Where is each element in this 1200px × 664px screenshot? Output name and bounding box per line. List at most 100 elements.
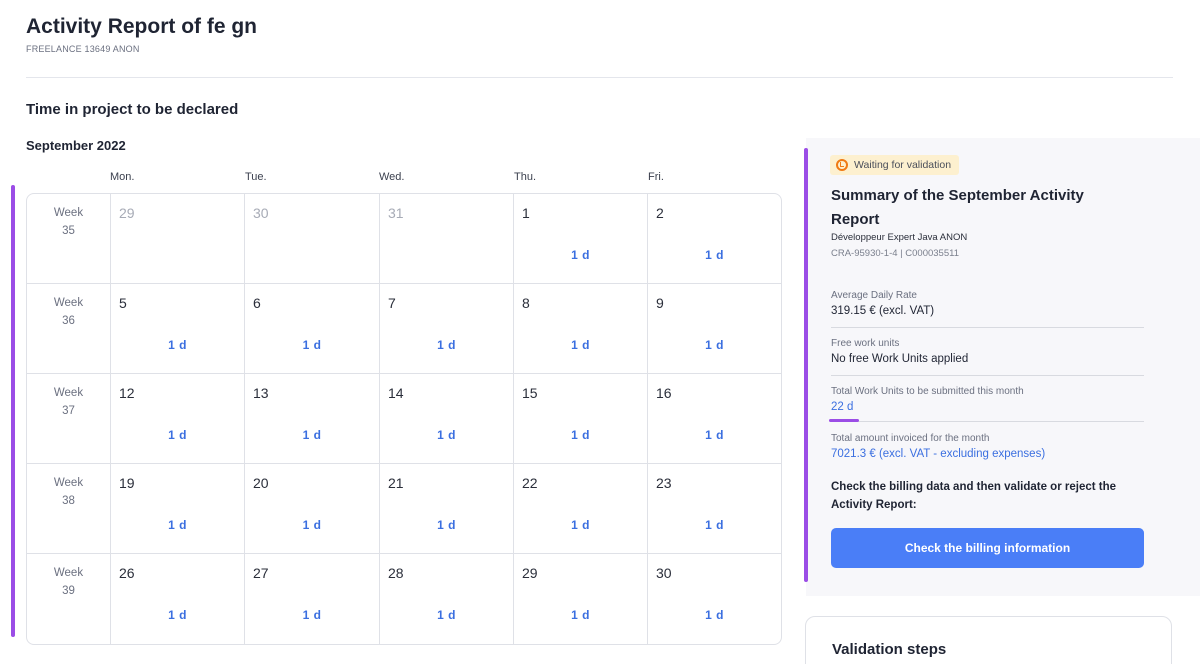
summary-accent-bar xyxy=(804,148,808,582)
calendar-day-cell[interactable]: 1 1 d xyxy=(514,194,648,283)
month-label: September 2022 xyxy=(26,138,126,153)
day-number: 14 xyxy=(388,385,404,401)
day-number: 29 xyxy=(119,205,135,221)
day-number: 27 xyxy=(253,565,269,581)
day-work-units: 1 d xyxy=(705,428,724,442)
section-title: Time in project to be declared xyxy=(26,101,239,118)
clock-icon xyxy=(836,159,848,171)
calendar-week-row: Week 37 12 1 d 13 1 d 14 1 d 15 1 d 16 1 d xyxy=(27,374,781,464)
calendar-day-cell[interactable]: 20 1 d xyxy=(245,464,380,553)
day-work-units: 1 d xyxy=(571,608,590,622)
day-work-units: 1 d xyxy=(571,428,590,442)
info-divider xyxy=(831,327,1144,328)
calendar-day-cell[interactable]: 31 xyxy=(380,194,514,283)
calendar-day-cell[interactable]: 13 1 d xyxy=(245,374,380,463)
calendar-week-row: Week 35 29 30 31 1 1 d 2 1 d xyxy=(27,194,781,284)
day-work-units: 1 d xyxy=(437,518,456,532)
day-work-units: 1 d xyxy=(705,518,724,532)
calendar-day-cell[interactable]: 19 1 d xyxy=(111,464,245,553)
day-number: 15 xyxy=(522,385,538,401)
calendar-day-cell[interactable]: 14 1 d xyxy=(380,374,514,463)
day-number: 23 xyxy=(656,475,672,491)
free-units-label: Free work units xyxy=(831,338,900,349)
calendar-day-cell[interactable]: 12 1 d xyxy=(111,374,245,463)
week-label: Week 39 xyxy=(27,554,111,644)
calendar-day-cell[interactable]: 9 1 d xyxy=(648,284,781,373)
day-number: 9 xyxy=(656,295,664,311)
calendar-day-cell[interactable]: 22 1 d xyxy=(514,464,648,553)
day-work-units: 1 d xyxy=(437,338,456,352)
amount-value: 7021.3 € (excl. VAT - excluding expenses… xyxy=(831,448,1046,460)
calendar-day-cell[interactable]: 30 1 d xyxy=(648,554,781,644)
day-work-units: 1 d xyxy=(705,608,724,622)
check-billing-button[interactable]: Check the billing information xyxy=(831,528,1144,568)
total-units-label: Total Work Units to be submitted this mo… xyxy=(831,386,1024,397)
day-work-units: 1 d xyxy=(571,518,590,532)
day-number: 8 xyxy=(522,295,530,311)
billing-instruction: Check the billing data and then validate… xyxy=(831,481,1117,511)
day-work-units: 1 d xyxy=(705,248,724,262)
day-number: 13 xyxy=(253,385,269,401)
free-units-value: No free Work Units applied xyxy=(831,353,969,365)
day-number: 22 xyxy=(522,475,538,491)
status-label: Waiting for validation xyxy=(854,159,952,171)
day-header-mon: Mon. xyxy=(110,171,135,183)
day-number: 7 xyxy=(388,295,396,311)
calendar-day-cell[interactable]: 6 1 d xyxy=(245,284,380,373)
calendar-day-cell[interactable]: 21 1 d xyxy=(380,464,514,553)
day-work-units: 1 d xyxy=(168,338,187,352)
rate-label: Average Daily Rate xyxy=(831,290,917,301)
day-work-units: 1 d xyxy=(302,338,322,352)
day-work-units: 1 d xyxy=(302,518,322,532)
day-number: 31 xyxy=(388,205,404,221)
day-header-fri: Fri. xyxy=(648,171,664,183)
amount-label: Total amount invoiced for the month xyxy=(831,433,990,444)
day-number: 12 xyxy=(119,385,135,401)
calendar-day-cell[interactable]: 5 1 d xyxy=(111,284,245,373)
summary-reference: CRA-95930-1-4 | C000035511 xyxy=(831,248,959,259)
calendar-day-cell[interactable]: 27 1 d xyxy=(245,554,380,644)
calendar-day-cell[interactable]: 26 1 d xyxy=(111,554,245,644)
day-work-units: 1 d xyxy=(302,428,322,442)
day-number: 21 xyxy=(388,475,404,491)
validation-steps-card: Validation steps xyxy=(805,616,1172,664)
info-divider xyxy=(831,375,1144,376)
week-label: Week 36 xyxy=(27,284,111,373)
day-work-units: 1 d xyxy=(571,338,590,352)
calendar-day-cell[interactable]: 2 1 d xyxy=(648,194,781,283)
day-number: 19 xyxy=(119,475,135,491)
day-work-units: 1 d xyxy=(302,608,322,622)
day-headers: Mon. Tue. Wed. Thu. Fri. xyxy=(110,171,782,187)
calendar-day-cell[interactable]: 7 1 d xyxy=(380,284,514,373)
day-number: 1 xyxy=(522,205,530,221)
validation-steps-title: Validation steps xyxy=(832,641,947,658)
total-units-highlight xyxy=(829,419,859,422)
page-subtitle: FREELANCE 13649 ANON xyxy=(26,44,140,54)
status-badge: Waiting for validation xyxy=(830,155,960,175)
day-work-units: 1 d xyxy=(571,248,590,262)
calendar-week-row: Week 39 26 1 d 27 1 d 28 1 d 29 1 d 30 1 d xyxy=(27,554,781,644)
calendar-day-cell[interactable]: 23 1 d xyxy=(648,464,781,553)
calendar-day-cell[interactable]: 8 1 d xyxy=(514,284,648,373)
day-header-wed: Wed. xyxy=(379,171,405,183)
calendar-day-cell[interactable]: 29 xyxy=(111,194,245,283)
calendar-accent-bar xyxy=(11,185,15,637)
day-header-thu: Thu. xyxy=(514,171,537,183)
calendar-day-cell[interactable]: 30 xyxy=(245,194,380,283)
calendar-day-cell[interactable]: 28 1 d xyxy=(380,554,514,644)
day-number: 20 xyxy=(253,475,269,491)
calendar-grid: Week 35 29 30 31 1 1 d 2 1 d Week 36 5 1 d 6 1 d 7 1 d… xyxy=(26,193,782,645)
header-divider xyxy=(26,77,1173,78)
day-number: 28 xyxy=(388,565,404,581)
day-number: 5 xyxy=(119,295,127,311)
day-number: 30 xyxy=(253,205,269,221)
calendar-day-cell[interactable]: 29 1 d xyxy=(514,554,648,644)
calendar-day-cell[interactable]: 15 1 d xyxy=(514,374,648,463)
summary-role: Développeur Expert Java ANON xyxy=(831,232,968,243)
day-work-units: 1 d xyxy=(168,608,187,622)
total-units-value: 22 d xyxy=(831,401,854,413)
day-number: 6 xyxy=(253,295,261,311)
calendar-day-cell[interactable]: 16 1 d xyxy=(648,374,781,463)
day-number: 16 xyxy=(656,385,672,401)
day-number: 2 xyxy=(656,205,664,221)
